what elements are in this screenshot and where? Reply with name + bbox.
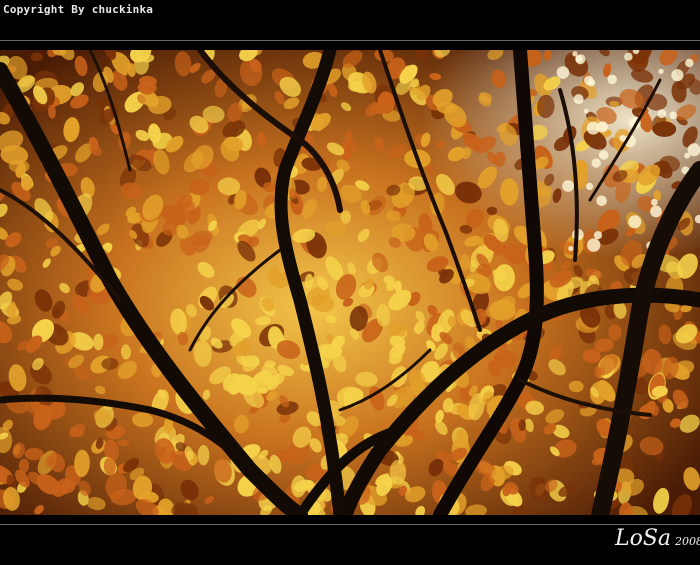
sky-gap [573,94,584,105]
leaf [93,333,104,351]
leaf [197,445,210,466]
sky-gap [562,180,574,192]
sky-gap [671,69,684,82]
sky-gap [658,68,664,75]
photographer-signature: LoSa2008 [615,526,700,551]
sky-gap [591,158,601,168]
sky-gap [587,238,601,252]
sky-gap [607,74,617,85]
sky-gap [650,198,658,206]
sky-gap [650,205,662,218]
sky-gap [684,152,690,159]
sky-gap [685,58,694,68]
canopy-image [0,50,700,515]
sky-gap [556,66,570,79]
sky-gap [598,150,609,160]
sky-gap [593,231,603,240]
photo-autumn-canopy [0,50,700,515]
sky-gap [628,215,642,229]
sky-gap [583,108,589,114]
sky-gap [624,52,633,61]
sky-gap [669,111,678,120]
signature-name: LoSa [615,526,672,551]
sky-gap [575,55,583,63]
sky-gap [657,109,667,118]
signature-year: 2008 [675,535,700,548]
sky-gap [572,51,578,57]
sky-gap [597,121,608,133]
sky-gap [596,195,607,207]
sky-gap [586,182,594,190]
sky-gap [568,245,574,252]
sky-gap [587,79,596,87]
copyright-watermark: Copyright By chuckinka [3,3,154,16]
